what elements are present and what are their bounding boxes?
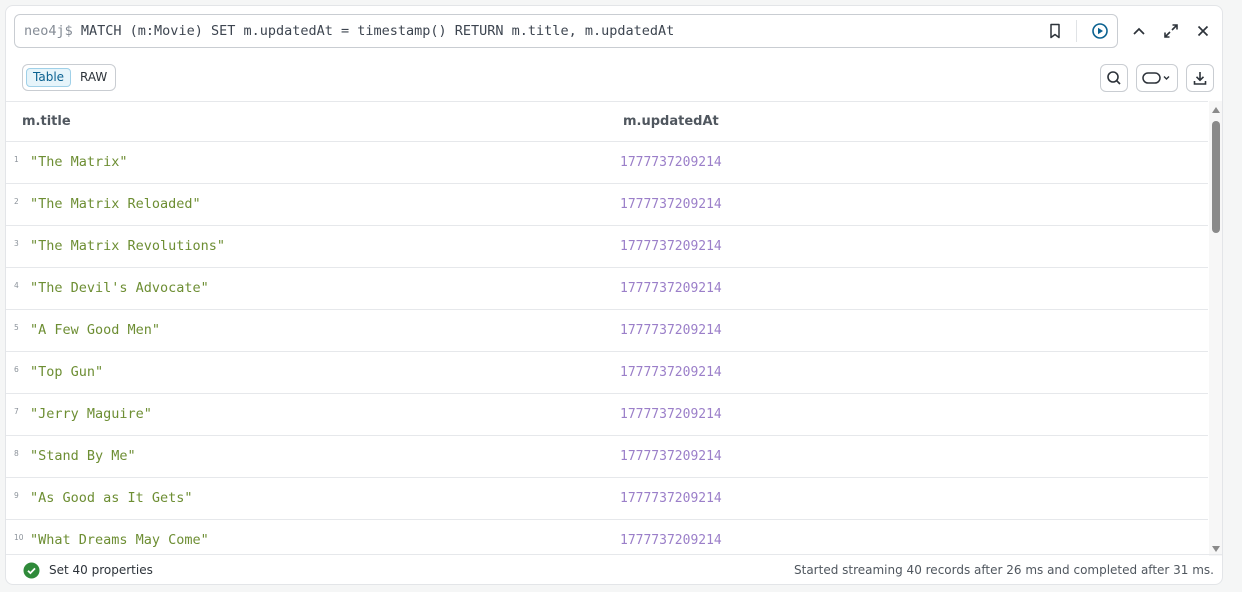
row-index: 5 — [14, 323, 19, 332]
status-message: Set 40 properties — [49, 563, 153, 577]
row-index: 3 — [14, 239, 19, 248]
table-row: 3 "The Matrix Revolutions" 1777737209214 — [6, 226, 1208, 268]
title-cell[interactable]: "The Matrix" — [30, 142, 128, 183]
updatedat-cell[interactable]: 1777737209214 — [620, 184, 722, 225]
table-row: 4 "The Devil's Advocate" 1777737209214 — [6, 268, 1208, 310]
updatedat-cell[interactable]: 1777737209214 — [620, 520, 722, 554]
search-icon — [1106, 70, 1122, 86]
row-index: 2 — [14, 197, 19, 206]
table-header: m.title m.updatedAt — [6, 101, 1208, 142]
raw-view-button[interactable]: RAW — [74, 68, 113, 87]
row-index: 6 — [14, 365, 19, 374]
table-row: 6 "Top Gun" 1777737209214 — [6, 352, 1208, 394]
vertical-scrollbar[interactable] — [1209, 101, 1222, 556]
expand-icon[interactable] — [1162, 20, 1180, 42]
view-toggle: Table RAW — [22, 64, 116, 91]
query-editor[interactable]: neo4j$ MATCH (m:Movie) SET m.updatedAt =… — [14, 14, 1118, 48]
title-cell[interactable]: "The Matrix Reloaded" — [30, 184, 201, 225]
table-row: 2 "The Matrix Reloaded" 1777737209214 — [6, 184, 1208, 226]
scroll-down-arrow[interactable] — [1212, 546, 1220, 552]
run-icon[interactable] — [1091, 22, 1109, 40]
toggle-dropdown-button[interactable] — [1136, 64, 1178, 92]
updatedat-cell[interactable]: 1777737209214 — [620, 436, 722, 477]
query-summary: Started streaming 40 records after 26 ms… — [794, 563, 1214, 577]
updatedat-cell[interactable]: 1777737209214 — [620, 394, 722, 435]
table-row: 8 "Stand By Me" 1777737209214 — [6, 436, 1208, 478]
table-row: 5 "A Few Good Men" 1777737209214 — [6, 310, 1208, 352]
updatedat-cell[interactable]: 1777737209214 — [620, 310, 722, 351]
updatedat-cell[interactable]: 1777737209214 — [620, 142, 722, 183]
table-row: 9 "As Good as It Gets" 1777737209214 — [6, 478, 1208, 520]
window-controls — [1130, 20, 1212, 42]
scroll-thumb[interactable] — [1212, 121, 1220, 233]
row-index: 10 — [14, 533, 24, 542]
title-cell[interactable]: "What Dreams May Come" — [30, 520, 209, 554]
table-view-button[interactable]: Table — [26, 68, 72, 87]
query-text[interactable]: MATCH (m:Movie) SET m.updatedAt = timest… — [81, 23, 674, 39]
title-cell[interactable]: "A Few Good Men" — [30, 310, 160, 351]
row-index: 8 — [14, 449, 19, 458]
row-index: 4 — [14, 281, 19, 290]
column-header-updatedat[interactable]: m.updatedAt — [623, 102, 719, 142]
column-header-title[interactable]: m.title — [22, 102, 71, 142]
chevron-up-icon[interactable] — [1130, 20, 1148, 42]
updatedat-cell[interactable]: 1777737209214 — [620, 352, 722, 393]
table-row: 7 "Jerry Maguire" 1777737209214 — [6, 394, 1208, 436]
row-index: 9 — [14, 491, 19, 500]
title-cell[interactable]: "Top Gun" — [30, 352, 103, 393]
table-row: 1 "The Matrix" 1777737209214 — [6, 142, 1208, 184]
title-cell[interactable]: "Stand By Me" — [30, 436, 136, 477]
close-icon[interactable] — [1194, 20, 1212, 42]
editor-divider — [1076, 20, 1077, 42]
editor-prompt: neo4j$ — [24, 23, 81, 39]
row-index: 7 — [14, 407, 19, 416]
editor-actions — [1048, 15, 1109, 47]
table-body: 1 "The Matrix" 1777737209214 2 "The Matrix R… — [6, 142, 1208, 554]
download-button[interactable] — [1186, 64, 1214, 92]
success-check-icon — [23, 562, 40, 583]
row-index: 1 — [14, 155, 19, 164]
table-row: 10 "What Dreams May Come" 1777737209214 — [6, 520, 1208, 554]
title-cell[interactable]: "The Matrix Revolutions" — [30, 226, 225, 267]
download-icon — [1192, 70, 1208, 86]
status-footer: Set 40 properties Started streaming 40 r… — [6, 554, 1222, 584]
title-cell[interactable]: "The Devil's Advocate" — [30, 268, 209, 309]
results-table: m.title m.updatedAt 1 "The Matrix" 1777737… — [6, 101, 1208, 554]
updatedat-cell[interactable]: 1777737209214 — [620, 226, 722, 267]
bookmark-icon[interactable] — [1048, 23, 1062, 39]
title-cell[interactable]: "Jerry Maguire" — [30, 394, 152, 435]
result-frame: neo4j$ MATCH (m:Movie) SET m.updatedAt =… — [5, 5, 1223, 585]
updatedat-cell[interactable]: 1777737209214 — [620, 268, 722, 309]
title-cell[interactable]: "As Good as It Gets" — [30, 478, 193, 519]
pill-toggle-icon — [1142, 71, 1172, 85]
scroll-up-arrow[interactable] — [1212, 107, 1220, 113]
updatedat-cell[interactable]: 1777737209214 — [620, 478, 722, 519]
search-button[interactable] — [1100, 64, 1128, 92]
